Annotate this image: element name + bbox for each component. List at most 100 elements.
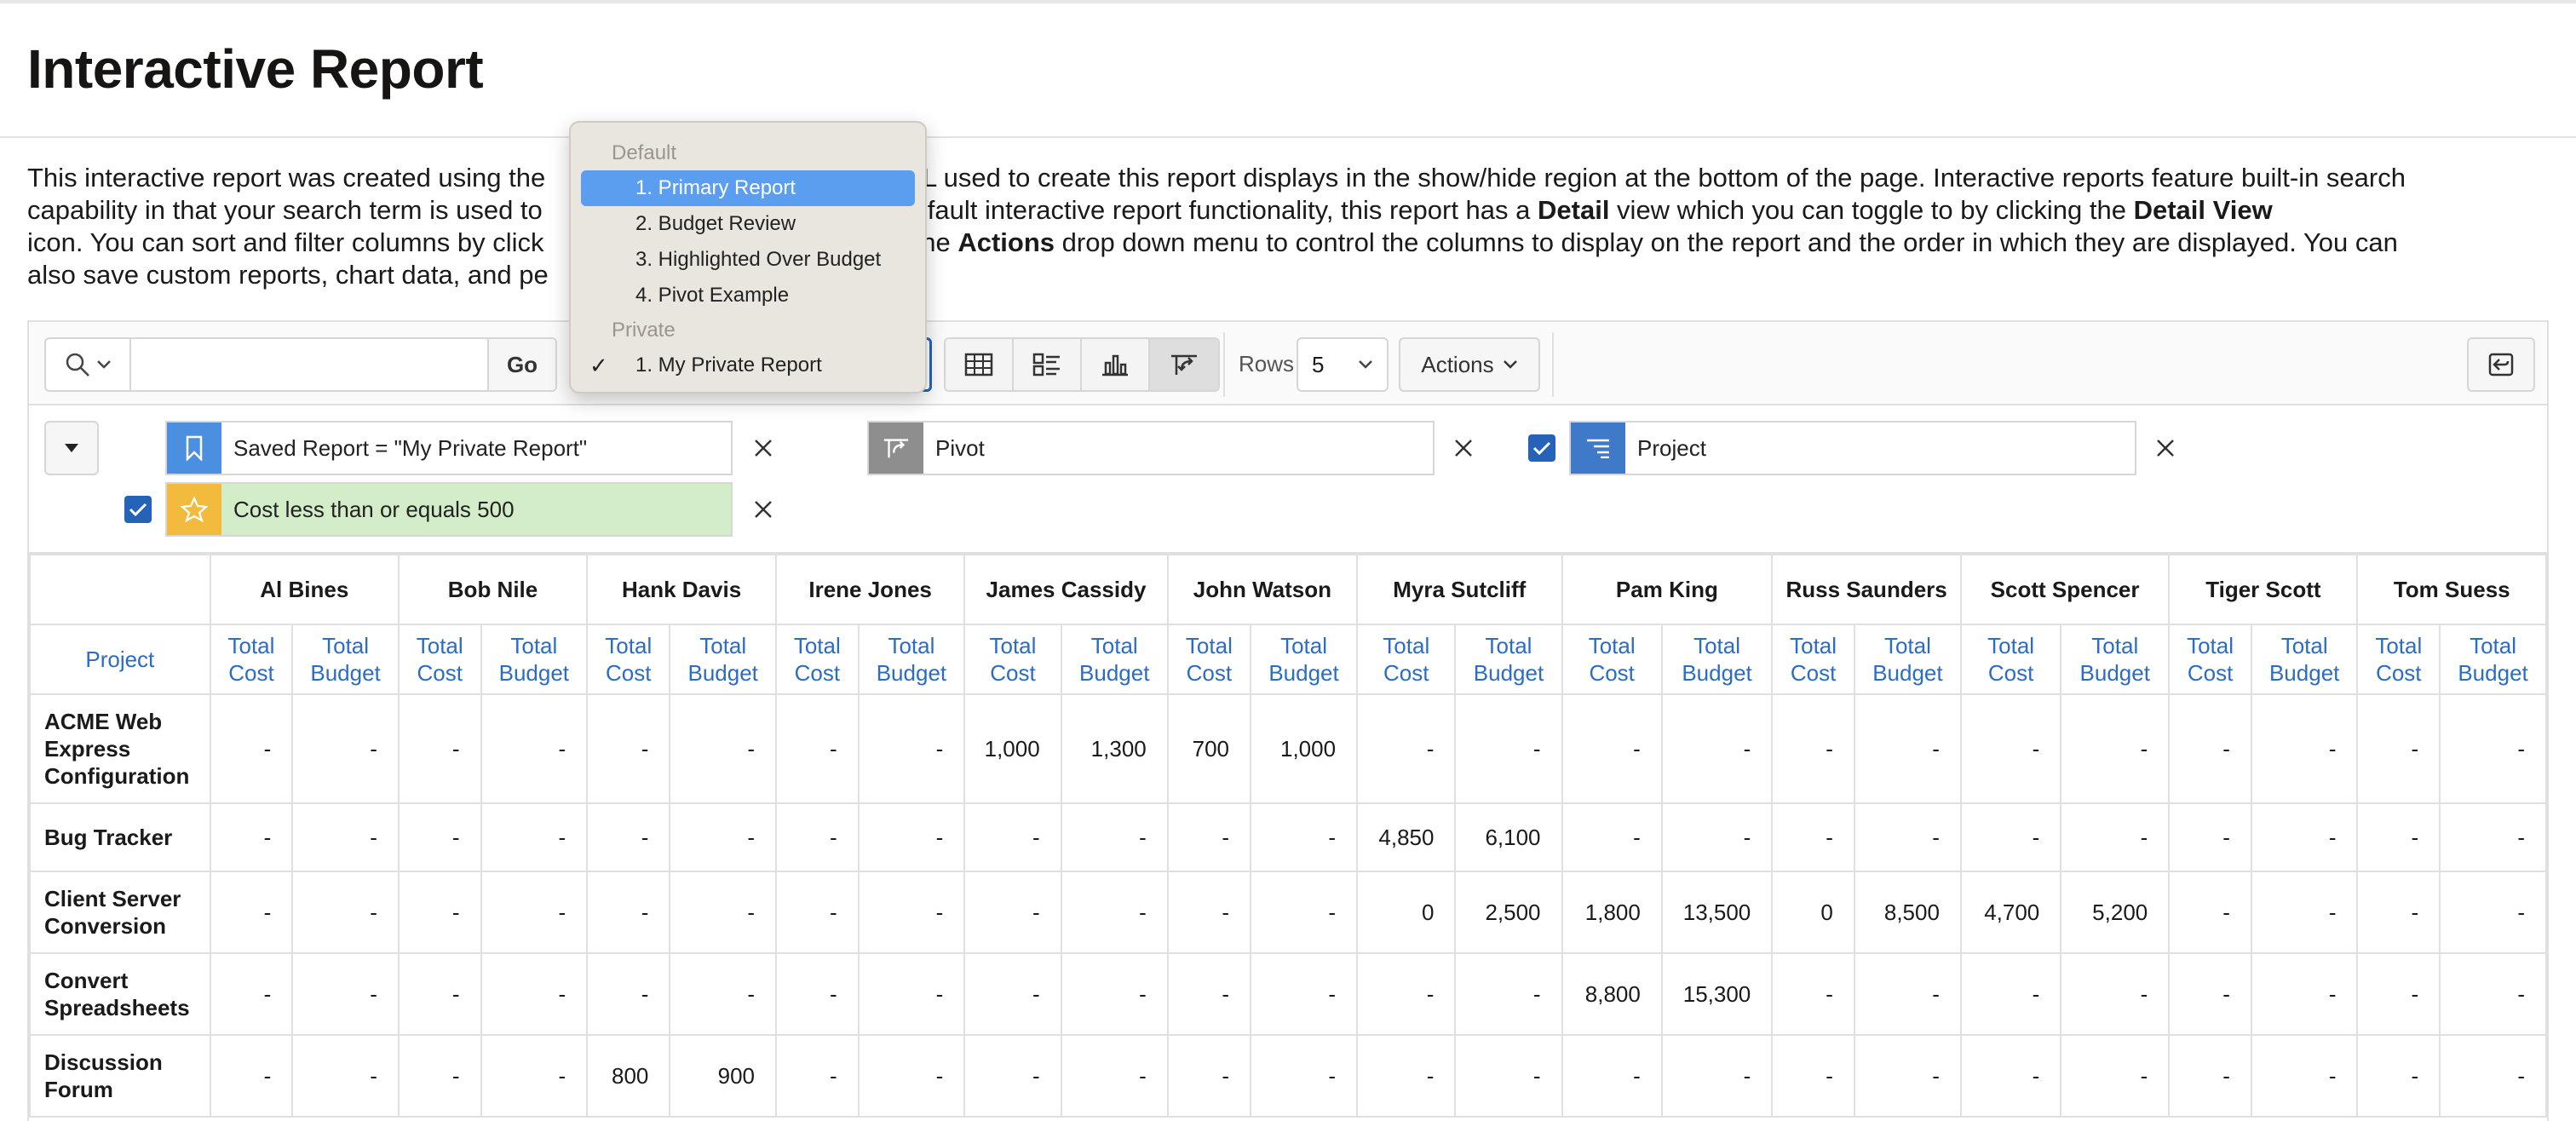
value-cell: -: [1660, 693, 1774, 804]
dropdown-item[interactable]: 2. Budget Review: [581, 206, 915, 242]
value-cell: -: [397, 693, 482, 804]
total-budget-header[interactable]: Total Budget: [480, 624, 589, 695]
dropdown-item-label: 1. My Private Report: [635, 354, 822, 377]
highlight-chip[interactable]: Cost less than or equals 500: [165, 482, 733, 537]
total-cost-header[interactable]: Total Cost: [1356, 624, 1457, 695]
value-cell: -: [1959, 693, 2062, 804]
total-budget-header[interactable]: Total Budget: [669, 624, 777, 695]
grid-view-button[interactable]: [946, 339, 1014, 390]
value-cell: -: [1060, 952, 1169, 1036]
total-cost-header[interactable]: Total Cost: [775, 624, 860, 695]
person-header: Pam King: [1561, 554, 1774, 625]
total-cost-header[interactable]: Total Cost: [1166, 624, 1252, 695]
star-icon: [167, 484, 221, 535]
go-button[interactable]: Go: [487, 339, 555, 390]
total-budget-header[interactable]: Total Budget: [1060, 624, 1169, 695]
value-cell: -: [1166, 952, 1252, 1036]
value-cell: -: [480, 952, 589, 1036]
project-name-cell: Convert Spreadsheets: [29, 952, 211, 1036]
detail-view-icon: [1032, 353, 1060, 377]
total-cost-header[interactable]: Total Cost: [1561, 624, 1663, 695]
corner-cell: [29, 554, 211, 625]
pivot-view-button[interactable]: [1150, 339, 1218, 390]
highlight-checkbox[interactable]: [124, 496, 152, 523]
value-cell: -: [586, 871, 671, 954]
value-cell: -: [775, 1034, 860, 1118]
interactive-report-region: Go Rows 5 Actions Saved Report = "My Pri…: [27, 121, 2549, 1121]
actions-menu-button[interactable]: Actions: [1399, 337, 1540, 392]
total-cost-header[interactable]: Total Cost: [1959, 624, 2062, 695]
total-budget-header[interactable]: Total Budget: [2060, 624, 2171, 695]
remove-saved-report-button[interactable]: [746, 431, 780, 465]
remove-highlight-button[interactable]: [746, 492, 780, 526]
collapse-settings-button[interactable]: [44, 421, 99, 475]
value-cell: -: [1959, 952, 2062, 1036]
person-header: Bob Nile: [397, 554, 589, 625]
bar-chart-icon: [1102, 354, 1128, 377]
dropdown-item[interactable]: 1. Primary Report: [581, 170, 915, 206]
total-cost-header[interactable]: Total Cost: [963, 624, 1062, 695]
detail-view-button[interactable]: [1014, 339, 1082, 390]
report-settings-area: Saved Report = "My Private Report" Pivot…: [29, 405, 2547, 554]
rows-value: 5: [1312, 351, 1325, 377]
total-cost-header[interactable]: Total Cost: [397, 624, 482, 695]
close-icon: [1455, 440, 1472, 457]
dropdown-item-label: 2. Budget Review: [635, 212, 796, 235]
actions-label: Actions: [1421, 351, 1494, 377]
search-input[interactable]: [131, 339, 487, 390]
value-cell: -: [397, 871, 482, 954]
project-column-header[interactable]: Project: [29, 624, 211, 695]
total-budget-header[interactable]: Total Budget: [1853, 624, 1962, 695]
total-budget-header[interactable]: Total Budget: [1250, 624, 1359, 695]
value-cell: -: [586, 802, 671, 872]
value-cell: -: [1166, 871, 1252, 954]
value-cell: -: [963, 802, 1062, 872]
total-budget-header[interactable]: Total Budget: [291, 624, 400, 695]
total-cost-header[interactable]: Total Cost: [2168, 624, 2252, 695]
project-name-cell: Bug Tracker: [29, 802, 211, 872]
dropdown-item[interactable]: 4. Pivot Example: [581, 278, 915, 313]
value-cell: -: [1356, 693, 1457, 804]
description-text: QL used to create this report displays i…: [901, 163, 2406, 193]
project-checkbox[interactable]: [1528, 434, 1555, 462]
total-budget-header[interactable]: Total Budget: [857, 624, 966, 695]
reset-report-button[interactable]: [2467, 337, 2535, 392]
search-column-menu[interactable]: [46, 339, 131, 390]
person-header: Irene Jones: [774, 554, 966, 625]
total-budget-header[interactable]: Total Budget: [1454, 624, 1563, 695]
value-cell: -: [669, 802, 777, 872]
total-cost-header[interactable]: Total Cost: [2356, 624, 2441, 695]
pivot-chip[interactable]: Pivot: [867, 421, 1435, 475]
dropdown-item[interactable]: ✓ 1. My Private Report: [581, 348, 915, 383]
value-cell: -: [291, 952, 400, 1036]
value-cell: -: [480, 693, 589, 804]
dropdown-item-label: 1. Primary Report: [635, 176, 796, 199]
remove-pivot-button[interactable]: [1446, 431, 1481, 465]
value-cell: 2,500: [1454, 871, 1563, 954]
value-cell: -: [775, 871, 860, 954]
total-budget-header[interactable]: Total Budget: [2250, 624, 2359, 695]
project-chip[interactable]: Project: [1569, 421, 2136, 475]
dropdown-group-label: Default: [612, 141, 677, 164]
value-cell: -: [2250, 952, 2359, 1036]
value-cell: -: [2168, 802, 2252, 872]
value-cell: -: [1166, 802, 1252, 872]
value-cell: -: [857, 1034, 966, 1118]
value-cell: 13,500: [1660, 871, 1774, 954]
total-cost-header[interactable]: Total Cost: [586, 624, 671, 695]
total-budget-header[interactable]: Total Budget: [2439, 624, 2547, 695]
table-row: Convert Spreadsheets - - - - - - - - - - - - - -8,800 1…: [29, 952, 2547, 1036]
remove-project-button[interactable]: [2148, 431, 2182, 465]
chart-view-button[interactable]: [1082, 339, 1150, 390]
description-line: also save custom reports, chart data, an…: [27, 259, 2557, 291]
value-cell: -: [2439, 693, 2547, 804]
value-cell: -: [963, 871, 1062, 954]
rows-per-page-select[interactable]: 5: [1297, 337, 1389, 392]
value-cell: -: [775, 802, 860, 872]
value-cell: 800: [586, 1034, 671, 1118]
dropdown-item[interactable]: 3. Highlighted Over Budget: [581, 242, 915, 278]
total-budget-header[interactable]: Total Budget: [1660, 624, 1774, 695]
saved-report-chip[interactable]: Saved Report = "My Private Report": [165, 421, 733, 475]
total-cost-header[interactable]: Total Cost: [209, 624, 294, 695]
total-cost-header[interactable]: Total Cost: [1771, 624, 1855, 695]
